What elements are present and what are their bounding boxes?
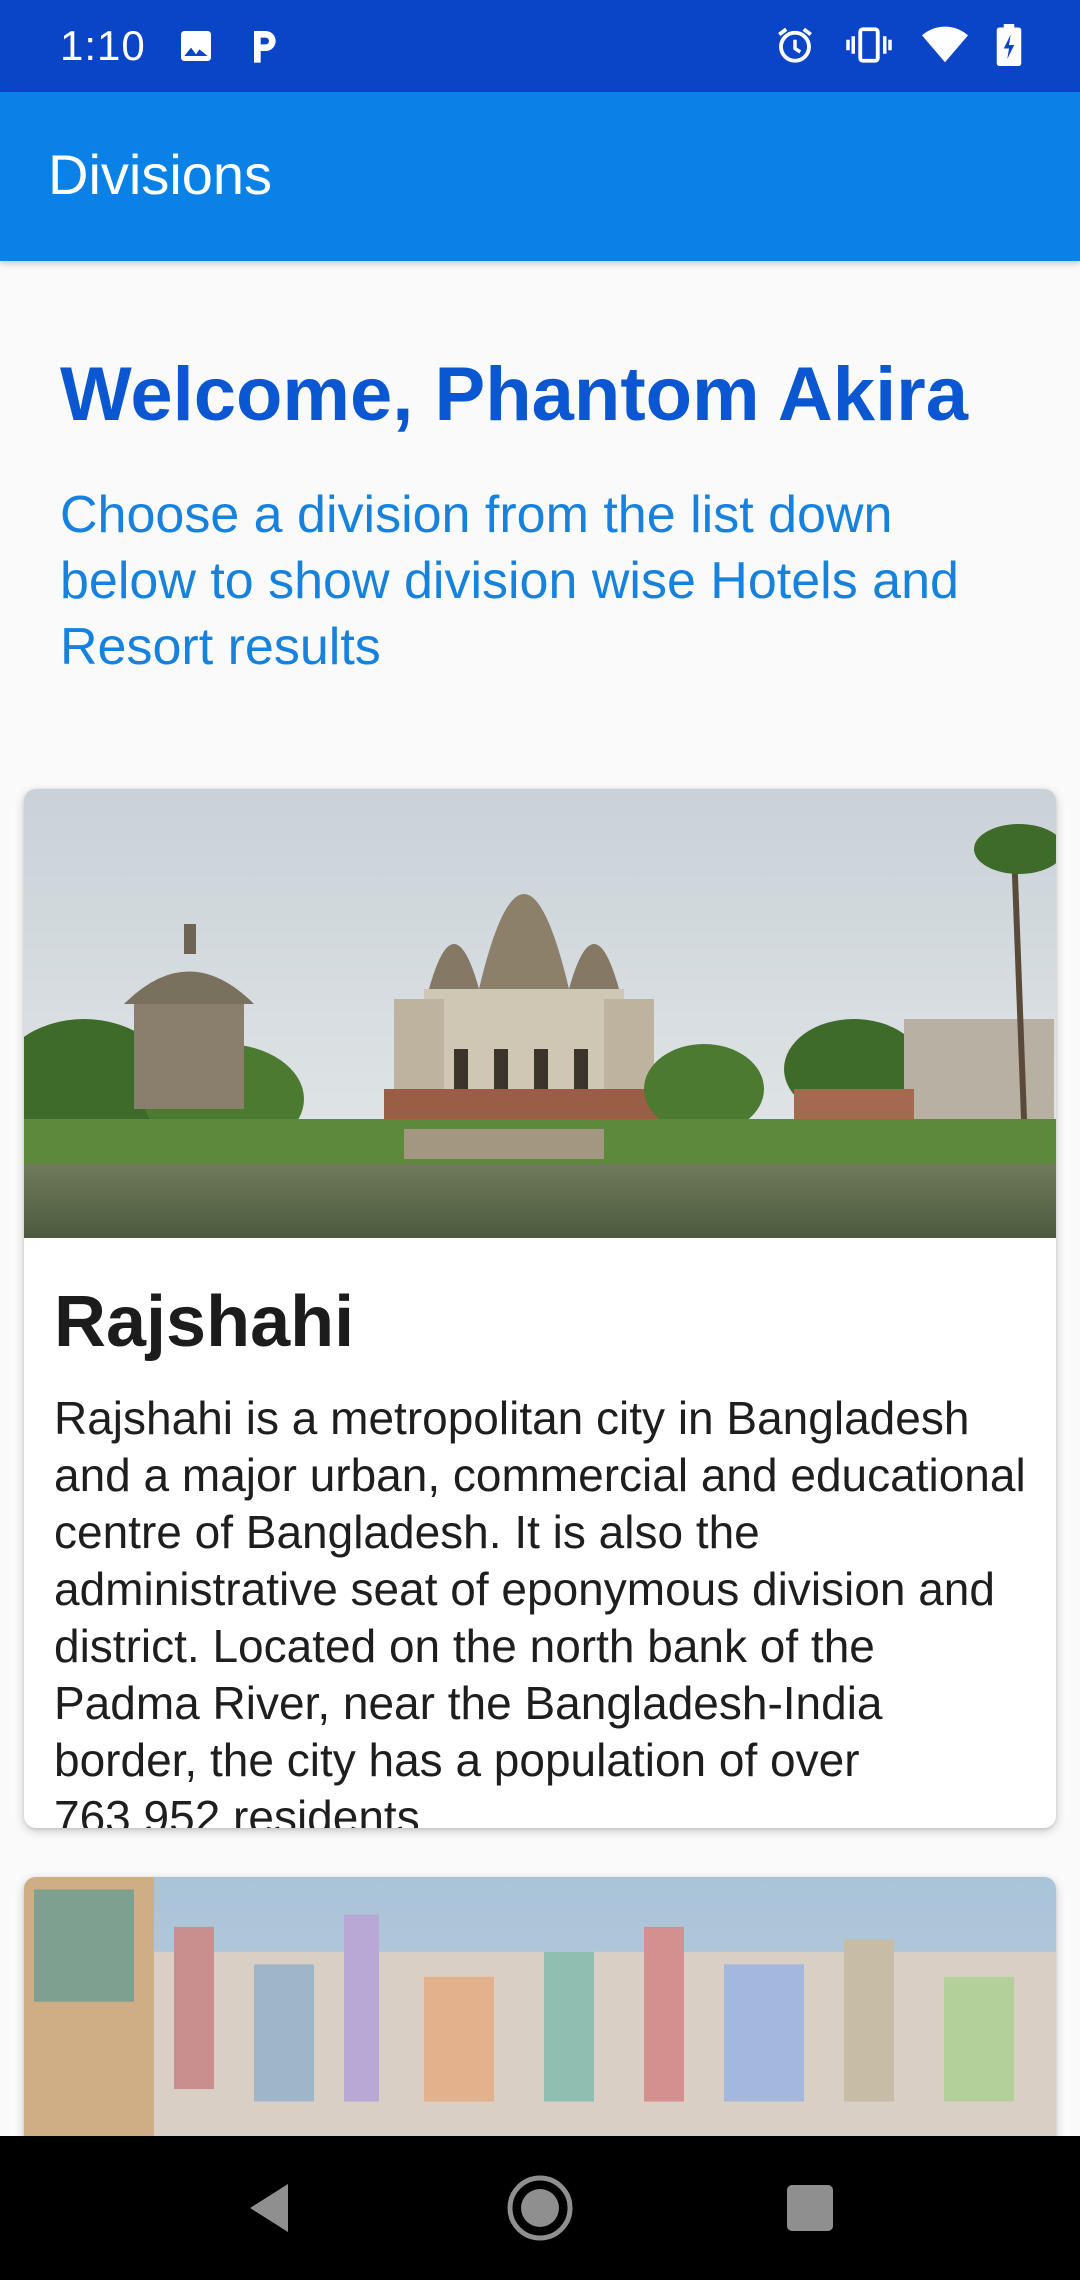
wifi-icon — [922, 26, 968, 63]
status-system-icons — [774, 24, 1022, 66]
status-time: 1:10 — [60, 22, 146, 69]
image-icon — [181, 31, 211, 61]
alarm-icon — [778, 27, 812, 63]
division-description: Rajshahi is a metropolitan city in Bangl… — [54, 1392, 1026, 1828]
division-card-rajshahi[interactable]: Rajshahi Rajshahi is a metropolitan city… — [24, 789, 1056, 1828]
vibrate-icon — [846, 27, 892, 63]
division-name: Rajshahi — [54, 1282, 355, 1362]
welcome-subtitle: Choose a division from the list down bel… — [60, 486, 959, 676]
welcome-title: Welcome, Phantom Akira — [60, 352, 969, 437]
recents-icon[interactable] — [780, 2172, 840, 2244]
app-bar: Divisions — [0, 92, 1080, 261]
battery-charging-icon — [996, 24, 1022, 66]
status-notification-icons — [176, 26, 282, 66]
parking-icon — [254, 31, 276, 63]
home-icon[interactable] — [505, 2172, 575, 2244]
division-image-rajshahi — [24, 789, 1056, 1238]
app-bar-title: Divisions — [48, 143, 273, 206]
status-bar: 1:10 — [0, 0, 1080, 92]
navigation-bar — [0, 2136, 1080, 2280]
back-icon[interactable] — [240, 2172, 300, 2244]
